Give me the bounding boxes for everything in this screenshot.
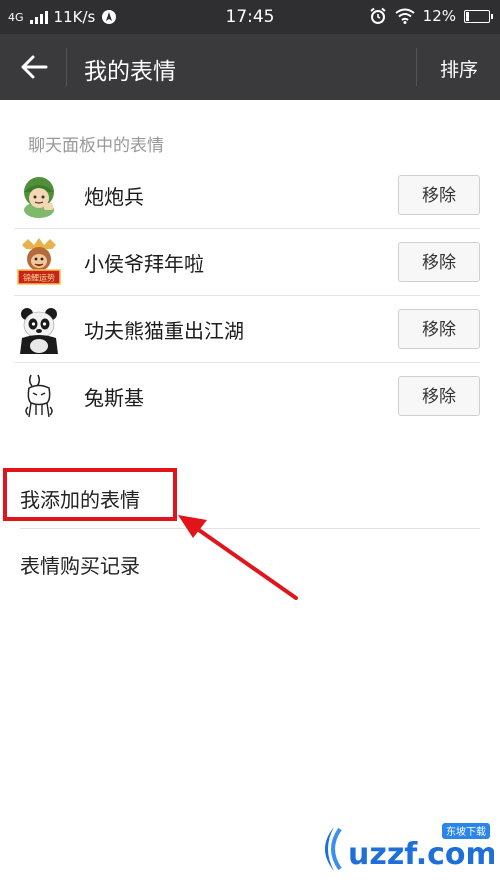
watermark-logo-icon: uzzf.com 东坡下载: [325, 823, 494, 872]
remove-button[interactable]: 移除: [398, 242, 480, 282]
sticker-item-tusiji: 兔斯基 移除: [14, 364, 480, 430]
row-divider: [14, 228, 480, 229]
highlight-box: [3, 468, 177, 521]
remove-button[interactable]: 移除: [398, 309, 480, 349]
arrow-left-icon[interactable]: [18, 51, 50, 83]
app-bar: 我的表情 排序: [0, 34, 500, 100]
battery-icon: [464, 9, 493, 23]
sticker-item-paopaobing: 炮炮兵 移除: [14, 163, 480, 229]
sticker-item-kungfu-panda: 功夫熊猫重出江湖 移除: [14, 297, 480, 363]
row-divider: [14, 295, 480, 296]
battery-percent: 12%: [422, 7, 456, 25]
status-bar: 4G 11K/s 17:45 12%: [0, 0, 500, 34]
soldier-sticker-icon: [24, 177, 54, 218]
rabbit-sticker-icon: [25, 374, 53, 418]
watermark-tag: 东坡下载: [446, 825, 486, 838]
battery-fill: [466, 11, 469, 21]
sticker-item-xiaohouye: 锦鲤运势 小侯爷拜年啦 移除: [14, 230, 480, 296]
section-divider: [20, 528, 480, 529]
sort-button[interactable]: 排序: [440, 55, 478, 82]
status-right: 12%: [369, 7, 493, 25]
monkey-sticker-icon: 锦鲤运势: [17, 238, 61, 285]
app-bar-divider: [66, 48, 67, 86]
remove-button[interactable]: 移除: [398, 175, 480, 215]
purchase-history-link[interactable]: 表情购买记录: [20, 550, 140, 579]
panda-sticker-icon: [20, 308, 58, 354]
sticker-name: 小侯爷拜年啦: [84, 252, 204, 276]
sticker-name: 炮炮兵: [84, 185, 144, 209]
watermark-brand: uzzf.com: [348, 837, 494, 872]
row-divider: [14, 362, 480, 363]
page-title: 我的表情: [84, 59, 176, 85]
sticker-name: 功夫熊猫重出江湖: [84, 319, 244, 343]
chat-panel-section-label: 聊天面板中的表情: [28, 136, 164, 156]
wifi-icon: [395, 8, 415, 24]
alarm-icon: [370, 7, 386, 24]
sticker-name: 兔斯基: [84, 386, 144, 410]
remove-button[interactable]: 移除: [398, 376, 480, 416]
app-bar-divider: [416, 48, 417, 86]
sticker-badge-text: 锦鲤运势: [23, 273, 55, 283]
